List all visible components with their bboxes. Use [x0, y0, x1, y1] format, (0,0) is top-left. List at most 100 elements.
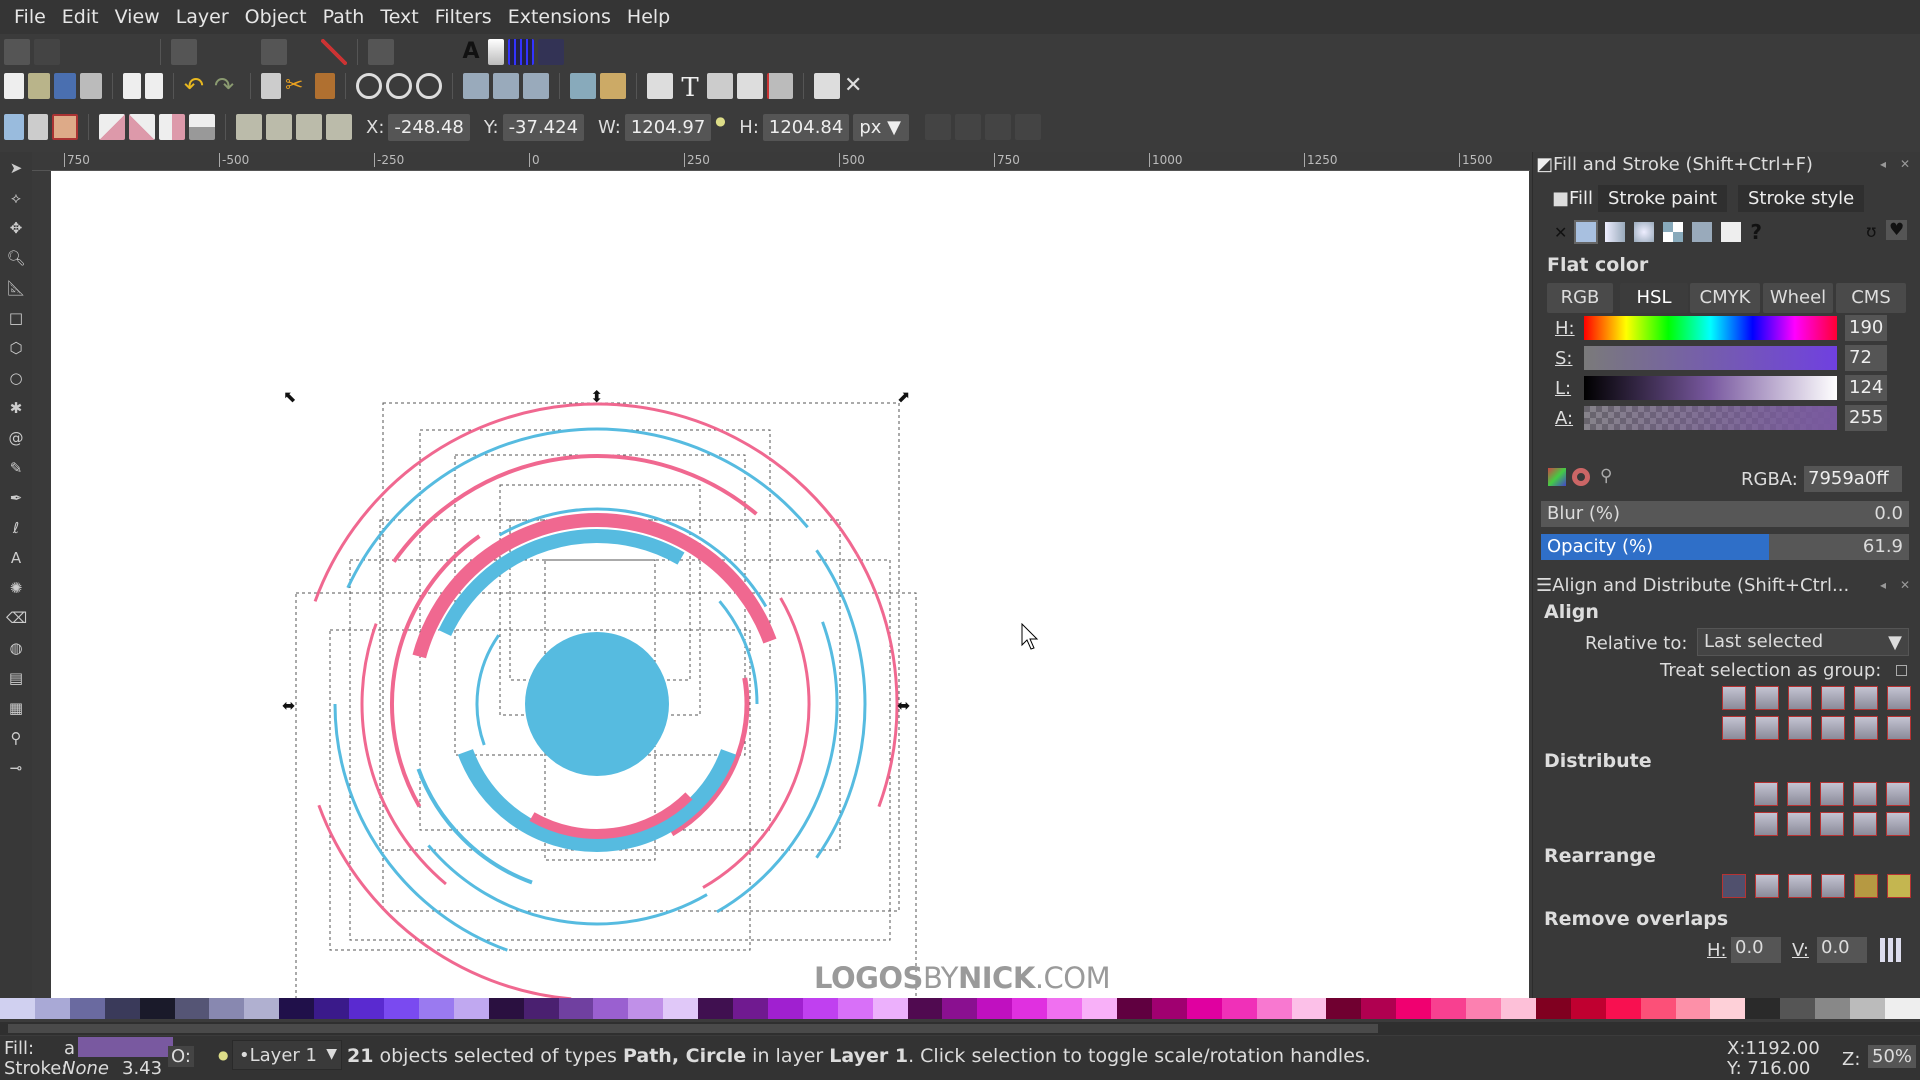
spiral-tool-icon[interactable]: @ [6, 426, 26, 450]
align-center-h-icon[interactable] [1788, 686, 1812, 710]
snap-guide-icon[interactable] [538, 39, 564, 65]
tab-stroke-style[interactable]: Stroke style [1738, 185, 1865, 212]
stroke-value[interactable]: None [62, 1058, 109, 1079]
align-dialog-icon[interactable] [767, 73, 793, 99]
save-icon[interactable] [54, 73, 76, 99]
snap-bbox-midpoint-icon[interactable] [124, 39, 150, 65]
h-field[interactable]: H: 1204.84 [739, 113, 850, 141]
palette-swatch[interactable] [244, 998, 280, 1019]
snap-text-baseline-icon[interactable]: A [458, 39, 484, 65]
menu-edit[interactable]: Edit [54, 6, 107, 28]
measure-tool-icon[interactable]: 📐︎ [6, 276, 26, 300]
clone-icon[interactable] [493, 73, 519, 99]
align-bottom-to-top-icon[interactable] [1722, 716, 1746, 740]
zoom-page-icon[interactable] [416, 73, 442, 99]
menu-view[interactable]: View [107, 6, 168, 28]
pencil-tool-icon[interactable]: ✎ [6, 456, 26, 480]
palette-swatch[interactable] [488, 998, 524, 1019]
transform-gradients-icon[interactable] [985, 114, 1012, 140]
pen-tool-icon[interactable]: ✒ [6, 486, 26, 510]
snap-bbox-icon[interactable] [34, 39, 60, 65]
export-icon[interactable] [145, 73, 163, 99]
menu-text[interactable]: Text [372, 6, 426, 28]
palette-swatch[interactable] [349, 998, 384, 1019]
tweak-tool-icon[interactable]: ✥ [6, 216, 26, 240]
align-bottom-icon[interactable] [1821, 716, 1845, 740]
linear-gradient-icon[interactable] [1605, 222, 1626, 242]
logo-drawing[interactable]: ⬉ ⬍ ⬈ ⬌ ⬌ [51, 171, 1529, 999]
palette-swatch[interactable] [139, 998, 175, 1019]
swatch-icon[interactable] [1721, 222, 1742, 242]
distribute-center-v-icon[interactable] [1787, 812, 1811, 836]
palette-swatch[interactable] [279, 998, 315, 1019]
palette-swatch[interactable] [1082, 998, 1117, 1019]
flip-horizontal-icon[interactable] [159, 114, 185, 140]
paste-icon[interactable] [315, 73, 335, 99]
palette-swatch[interactable] [1605, 998, 1641, 1019]
panel-close-icon[interactable]: ✕ [1900, 157, 1910, 171]
fill-stroke-dialog-icon[interactable] [647, 73, 673, 99]
align-baseline-v-icon[interactable] [1887, 716, 1911, 740]
distribute-bottom-icon[interactable] [1820, 812, 1844, 836]
palette-swatch[interactable] [0, 998, 35, 1019]
tab-fill[interactable]: ■Fill [1542, 185, 1603, 212]
palette-swatch[interactable] [698, 998, 734, 1019]
hue-slider[interactable] [1584, 316, 1837, 340]
exchange-clockwise-icon[interactable] [1821, 874, 1845, 898]
distribute-right-icon[interactable] [1820, 782, 1844, 806]
scale-corners-icon[interactable] [955, 114, 982, 140]
distribute-gaps-v-icon[interactable] [1853, 812, 1877, 836]
zoom-input[interactable]: 50% [1868, 1045, 1917, 1068]
palette-swatch[interactable] [977, 998, 1013, 1019]
palette-swatch[interactable] [314, 998, 350, 1019]
xml-editor-icon[interactable] [737, 73, 763, 99]
rotate-cw-icon[interactable] [129, 114, 155, 140]
lower-bottom-icon[interactable] [236, 114, 262, 140]
tab-stroke-paint[interactable]: Stroke paint [1598, 185, 1728, 212]
exchange-z-order-icon[interactable] [1788, 874, 1812, 898]
snap-page-icon[interactable] [488, 39, 504, 65]
raise-icon[interactable] [296, 114, 322, 140]
snap-path-icon[interactable] [201, 39, 227, 65]
palette-swatch[interactable] [767, 998, 803, 1019]
unclump-icon[interactable] [1887, 874, 1911, 898]
palette-swatch[interactable] [558, 998, 594, 1019]
palette-swatch[interactable] [383, 998, 419, 1019]
no-paint-icon[interactable]: ✕ [1554, 223, 1567, 242]
layers-dialog-icon[interactable] [707, 73, 733, 99]
open-icon[interactable] [28, 73, 50, 99]
palette-swatch[interactable] [69, 998, 105, 1019]
calligraphy-tool-icon[interactable]: ℓ [6, 516, 26, 540]
palette-swatch[interactable] [1361, 998, 1397, 1019]
y-field[interactable]: Y: -37.424 [484, 113, 585, 141]
scale-stroke-icon[interactable] [925, 114, 952, 140]
menu-extensions[interactable]: Extensions [500, 6, 619, 28]
rgba-input[interactable]: 7959a0ff [1804, 466, 1902, 492]
3dbox-tool-icon[interactable]: ⬡ [6, 336, 26, 360]
exchange-selection-order-icon[interactable] [1755, 874, 1779, 898]
align-center-v-icon[interactable] [1788, 716, 1812, 740]
mode-tab-hsl[interactable]: HSL [1620, 283, 1688, 313]
palette-swatch[interactable] [663, 998, 699, 1019]
panel-close-icon[interactable]: ✕ [1900, 578, 1910, 592]
distribute-top-icon[interactable] [1754, 812, 1778, 836]
palette-swatch[interactable] [1884, 998, 1920, 1019]
snap-rotation-center-icon[interactable] [428, 39, 454, 65]
palette-swatch[interactable] [1291, 998, 1327, 1019]
palette-swatch[interactable] [593, 998, 629, 1019]
snap-smooth-icon[interactable] [291, 39, 317, 65]
selector-tool-icon[interactable]: ➤ [6, 156, 26, 180]
mode-tab-cmyk[interactable]: CMYK [1690, 283, 1760, 313]
palette-swatch[interactable] [1326, 998, 1362, 1019]
undo-icon[interactable]: ↶ [184, 73, 210, 99]
zoom-tool-icon[interactable]: 🔍︎ [6, 246, 26, 270]
palette-swatch[interactable] [1396, 998, 1432, 1019]
new-document-icon[interactable] [4, 73, 24, 99]
palette-swatch[interactable] [1151, 998, 1187, 1019]
blur-slider[interactable]: Blur (%) 0.0 [1541, 501, 1909, 527]
palette-swatch[interactable] [1500, 998, 1536, 1019]
relative-to-select[interactable]: Last selected ▼ [1697, 628, 1909, 656]
pattern-icon[interactable] [1663, 222, 1684, 242]
opacity-slider[interactable]: Opacity (%) 61.9 [1541, 534, 1909, 560]
unset-paint-icon[interactable]: ? [1750, 220, 1762, 244]
